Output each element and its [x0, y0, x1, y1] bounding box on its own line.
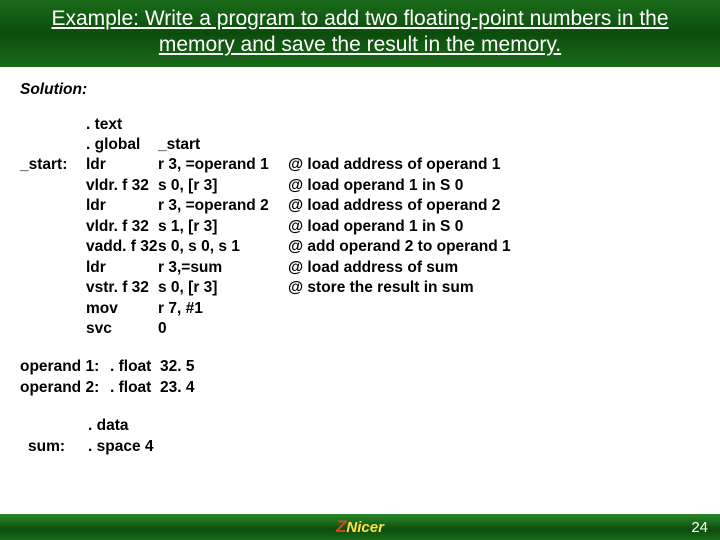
logo: ZNicer	[336, 517, 384, 537]
code-label	[20, 319, 86, 339]
code-label	[20, 237, 86, 257]
slide-footer: ZNicer 24	[0, 514, 720, 540]
code-operands: s 0, s 0, s 1	[158, 237, 288, 257]
code-label	[20, 135, 86, 155]
slide-title: Example: Write a program to add two floa…	[0, 0, 720, 67]
data-value: 23. 4	[160, 378, 240, 398]
code-mnemonic: . text	[86, 115, 158, 135]
code-mnemonic: vstr. f 32	[86, 278, 158, 298]
code-operands: _start	[158, 135, 288, 155]
code-label	[20, 278, 86, 298]
code-mnemonic: vadd. f 32	[86, 237, 158, 257]
code-label: _start:	[20, 155, 86, 175]
code-operands: s 0, [r 3]	[158, 278, 288, 298]
slide: Example: Write a program to add two floa…	[0, 0, 720, 540]
code-comment: @ add operand 2 to operand 1	[288, 237, 548, 257]
code-label	[20, 258, 86, 278]
data-directive: . float	[110, 378, 160, 398]
code-label	[20, 115, 86, 135]
code-comment: @ load operand 1 in S 0	[288, 176, 548, 196]
data-directive: . float	[110, 357, 160, 377]
code-mnemonic: ldr	[86, 155, 158, 175]
code-operands: r 3,=sum	[158, 258, 288, 278]
code-comment: @ load operand 1 in S 0	[288, 217, 548, 237]
code-comment: @ store the result in sum	[288, 278, 548, 298]
sum-data-block: . data sum: . space 4	[28, 416, 700, 457]
code-label	[20, 176, 86, 196]
code-mnemonic: ldr	[86, 196, 158, 216]
operand-data-block: operand 1: . float 32. 5 operand 2: . fl…	[20, 357, 700, 398]
data-directive: . space 4	[88, 437, 178, 457]
code-label	[20, 217, 86, 237]
code-comment	[288, 299, 548, 319]
code-mnemonic: svc	[86, 319, 158, 339]
code-mnemonic: vldr. f 32	[86, 217, 158, 237]
code-comment: @ load address of sum	[288, 258, 548, 278]
code-mnemonic: mov	[86, 299, 158, 319]
logo-text: Nicer	[346, 519, 384, 536]
code-mnemonic: . global	[86, 135, 158, 155]
page-number: 24	[691, 519, 708, 536]
data-label: operand 1:	[20, 357, 110, 377]
code-operands: s 1, [r 3]	[158, 217, 288, 237]
code-mnemonic: ldr	[86, 258, 158, 278]
code-comment: @ load address of operand 2	[288, 196, 548, 216]
code-comment	[288, 135, 548, 155]
code-operands: r 7, #1	[158, 299, 288, 319]
data-label	[28, 416, 88, 436]
data-value: 32. 5	[160, 357, 240, 377]
code-comment	[288, 115, 548, 135]
data-directive: . data	[88, 416, 178, 436]
code-operands: r 3, =operand 2	[158, 196, 288, 216]
code-comment	[288, 319, 548, 339]
code-comment: @ load address of operand 1	[288, 155, 548, 175]
code-label	[20, 196, 86, 216]
logo-z-icon: Z	[336, 517, 346, 537]
code-operands	[158, 115, 288, 135]
code-block: . text . global _start _start: ldr r 3, …	[20, 115, 700, 340]
data-label: sum:	[28, 437, 88, 457]
data-label: operand 2:	[20, 378, 110, 398]
code-mnemonic: vldr. f 32	[86, 176, 158, 196]
code-operands: s 0, [r 3]	[158, 176, 288, 196]
code-label	[20, 299, 86, 319]
code-operands: r 3, =operand 1	[158, 155, 288, 175]
slide-body: Solution: . text . global _start _start:…	[0, 67, 720, 515]
code-operands: 0	[158, 319, 288, 339]
solution-heading: Solution:	[20, 81, 700, 99]
